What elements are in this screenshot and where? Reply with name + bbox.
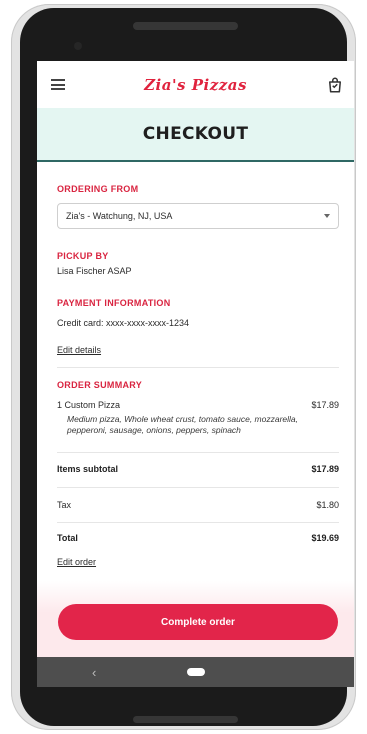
payment-value: Credit card: xxxx-xxxx-xxxx-1234 [57,318,190,328]
brand-logo: Zia's Pizzas [144,75,247,94]
divider [57,522,339,523]
edit-order-link[interactable]: Edit order [57,557,96,567]
payment-label: PAYMENT INFORMATION [57,298,171,308]
divider [57,487,339,488]
location-select[interactable]: Zia's - Watchung, NJ, USA [57,203,339,229]
ordering-from-label: ORDERING FROM [57,184,139,194]
edit-details-link[interactable]: Edit details [57,345,101,355]
items-subtotal-value: $17.89 [311,464,339,474]
app-bar: Zia's Pizzas [37,61,354,108]
order-summary-label: ORDER SUMMARY [57,380,143,390]
home-icon[interactable] [186,668,205,676]
divider [57,367,339,368]
title-band: CHECKOUT [37,108,354,162]
phone-speaker [133,22,238,30]
total-label: Total [57,533,78,543]
tax-label: Tax [57,500,72,510]
pickup-value: Lisa Fischer ASAP [57,266,132,276]
order-item-name: 1 Custom Pizza [57,400,121,410]
total-value: $19.69 [311,533,339,543]
location-select-value: Zia's - Watchung, NJ, USA [66,211,173,221]
chevron-down-icon [324,214,330,218]
complete-order-button[interactable]: Complete order [58,604,338,640]
system-nav-bar: ‹ [37,657,354,687]
page-title: CHECKOUT [142,124,249,144]
phone-camera [74,42,82,50]
divider [57,452,339,453]
shopping-bag-icon[interactable] [326,76,344,94]
phone-bottom-speaker [133,716,238,723]
order-item-price: $17.89 [311,400,339,410]
pickup-label: PICKUP BY [57,251,109,261]
app-screen: Zia's Pizzas CHECKOUT Complete order ‹ [37,61,354,687]
back-icon[interactable]: ‹ [92,665,96,680]
items-subtotal-label: Items subtotal [57,464,119,474]
order-item-description: Medium pizza, Whole wheat crust, tomato … [67,414,299,435]
menu-icon[interactable] [51,79,65,90]
tax-value: $1.80 [316,500,339,510]
